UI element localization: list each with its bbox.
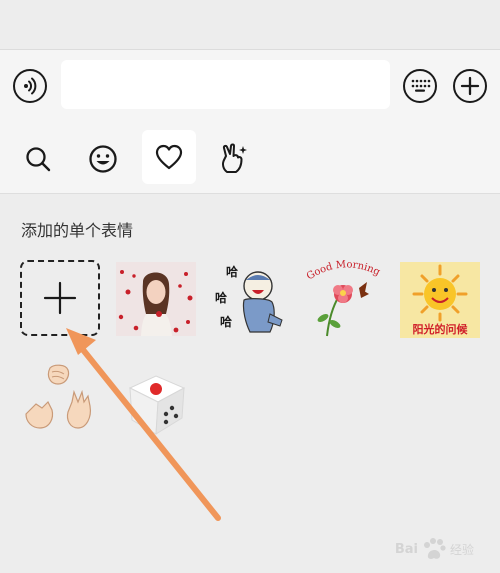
watermark-brand: Bai <box>394 541 418 557</box>
paw-icon <box>423 538 446 559</box>
watermark-suffix: 经验 <box>449 542 474 557</box>
annotation-arrow <box>66 328 221 521</box>
watermark: Bai 经验 <box>395 537 474 561</box>
